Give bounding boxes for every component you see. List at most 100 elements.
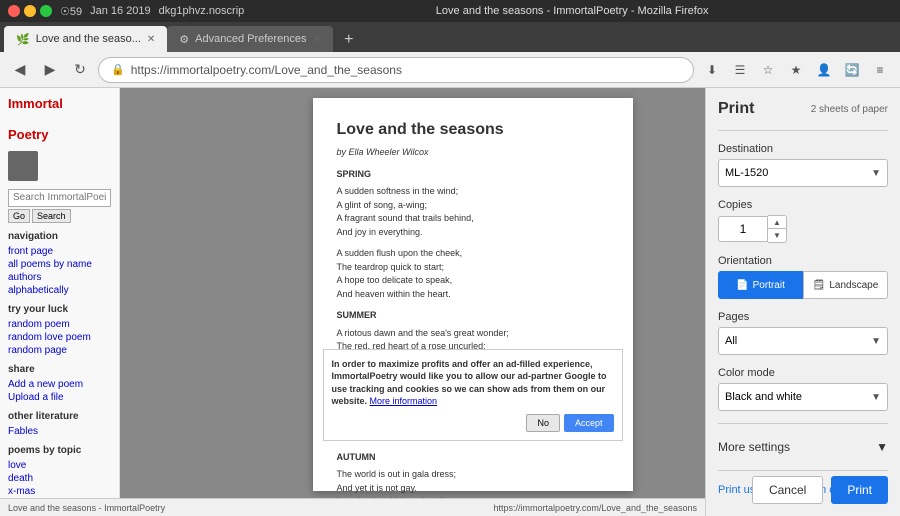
poem-page: Love and the seasons by Ella Wheeler Wil…: [313, 98, 633, 491]
copies-label: Copies: [718, 199, 888, 211]
forward-button[interactable]: ▶: [38, 58, 62, 82]
print-actions: Cancel Print: [718, 476, 888, 504]
address-bar[interactable]: 🔒 https://immortalpoetry.com/Love_and_th…: [98, 57, 694, 83]
bookmark-icon[interactable]: ☆: [756, 58, 780, 82]
sidebar-item-front-page[interactable]: front page: [8, 246, 111, 257]
tab-poem-close[interactable]: ✕: [147, 34, 155, 45]
close-window-btn[interactable]: [8, 5, 20, 17]
sidebar-item-random-page[interactable]: random page: [8, 345, 111, 356]
pages-arrow-icon: ▼: [871, 336, 881, 347]
lock-icon: 🔒: [111, 63, 125, 76]
season-summer: SUMMER: [337, 309, 609, 323]
poem-title: Love and the seasons: [337, 118, 609, 142]
sidebar: Immortal Poetry Go Search navigation fro…: [0, 88, 120, 516]
sidebar-item-upload[interactable]: Upload a file: [8, 392, 111, 403]
sidebar-item-add-poem[interactable]: Add a new poem: [8, 379, 111, 390]
color-value: Black and white: [725, 391, 802, 403]
copies-field[interactable]: 1: [718, 216, 768, 242]
sidebar-item-fables[interactable]: Fables: [8, 426, 111, 437]
pages-select[interactable]: All ▼: [718, 327, 888, 355]
ad-more-info-link[interactable]: More information: [370, 396, 438, 406]
sidebar-image: [8, 151, 38, 181]
sidebar-item-death[interactable]: death: [8, 473, 111, 484]
color-select[interactable]: Black and white ▼: [718, 383, 888, 411]
poem-author: by Ella Wheeler Wilcox: [337, 146, 609, 160]
tab-preferences[interactable]: ⚙ Advanced Preferences ✕: [167, 26, 333, 52]
print-header: Print 2 sheets of paper: [718, 100, 888, 118]
nav-right-icons: ⬇ ☰ ☆ ★ 👤 🔄 ≡: [700, 58, 892, 82]
sidebar-item-random-poem[interactable]: random poem: [8, 319, 111, 330]
print-color-section: Color mode Black and white ▼: [718, 367, 888, 411]
star-icon[interactable]: ★: [784, 58, 808, 82]
copies-up-arrow[interactable]: ▲: [768, 216, 786, 229]
go-button[interactable]: Go: [8, 209, 30, 223]
landscape-button[interactable]: 🗒 Landscape: [803, 271, 888, 299]
ad-no-button[interactable]: No: [526, 414, 560, 432]
new-tab-button[interactable]: +: [337, 28, 361, 52]
more-settings-button[interactable]: More settings ▼: [718, 436, 888, 458]
luck-title: try your luck: [8, 304, 111, 315]
ad-text: In order to maximize profits and offer a…: [332, 358, 614, 408]
sidebar-item-love[interactable]: love: [8, 460, 111, 471]
destination-value: ML-1520: [725, 167, 768, 179]
sidebar-item-random-love[interactable]: random love poem: [8, 332, 111, 343]
tab-poem[interactable]: 🌿 Love and the seaso... ✕: [4, 26, 167, 52]
cancel-button[interactable]: Cancel: [752, 476, 823, 504]
status-bar: Love and the seasons - ImmortalPoetry ht…: [120, 498, 705, 516]
menu-icon[interactable]: ☰: [728, 58, 752, 82]
search-input[interactable]: [8, 189, 111, 207]
print-divider-1: [718, 130, 888, 131]
sidebar-search-section: Go Search: [8, 189, 111, 223]
sync-icon[interactable]: 🔄: [840, 58, 864, 82]
tab-preferences-close[interactable]: ✕: [312, 34, 320, 45]
sidebar-item-alphabetically[interactable]: alphabetically: [8, 285, 111, 296]
refresh-button[interactable]: ↻: [68, 58, 92, 82]
content-area: Immortal Poetry Go Search navigation fro…: [0, 88, 900, 516]
pages-label: Pages: [718, 311, 888, 323]
sidebar-item-authors[interactable]: authors: [8, 272, 111, 283]
nav-bar: ◀ ▶ ↻ 🔒 https://immortalpoetry.com/Love_…: [0, 52, 900, 88]
spring-stanza-2: A sudden flush upon the cheek, The teard…: [337, 247, 609, 301]
print-pages-section: Pages All ▼: [718, 311, 888, 355]
more-settings-chevron-icon: ▼: [876, 440, 888, 454]
spring-stanza-1: A sudden softness in the wind; A glint o…: [337, 185, 609, 239]
portrait-label: Portrait: [753, 280, 785, 291]
copies-input: 1 ▲ ▼: [718, 215, 888, 243]
minimize-window-btn[interactable]: [24, 5, 36, 17]
print-title: Print: [718, 100, 754, 118]
window-controls[interactable]: [8, 5, 52, 17]
search-button[interactable]: Search: [32, 209, 71, 223]
status-left: Love and the seasons - ImmortalPoetry: [120, 503, 165, 513]
title-bar: ☉59 Jan 16 2019 dkg1phvz.noscrip Love an…: [0, 0, 900, 22]
print-button[interactable]: Print: [831, 476, 888, 504]
site-logo: Immortal Poetry: [8, 96, 111, 143]
ad-overlay: In order to maximize profits and offer a…: [323, 349, 623, 441]
copies-arrows: ▲ ▼: [768, 215, 787, 243]
orientation-label: Orientation: [718, 255, 888, 267]
ad-accept-button[interactable]: Accept: [564, 414, 614, 432]
copies-value: 1: [740, 222, 747, 236]
print-divider-2: [718, 423, 888, 424]
url-text: https://immortalpoetry.com/Love_and_the_…: [131, 63, 681, 77]
season-spring: SPRING: [337, 168, 609, 182]
portrait-button[interactable]: 📄 Portrait: [718, 271, 803, 299]
other-title: other literature: [8, 411, 111, 422]
hamburger-icon[interactable]: ≡: [868, 58, 892, 82]
sidebar-item-xmas[interactable]: x-mas: [8, 486, 111, 497]
print-divider-3: [718, 470, 888, 471]
tab-bar: 🌿 Love and the seaso... ✕ ⚙ Advanced Pre…: [0, 22, 900, 52]
downloads-icon[interactable]: ⬇: [700, 58, 724, 82]
sidebar-search: Go Search: [8, 189, 111, 223]
maximize-window-btn[interactable]: [40, 5, 52, 17]
sidebar-item-all-poems[interactable]: all poems by name: [8, 259, 111, 270]
tab-preferences-favicon: ⚙: [179, 33, 189, 46]
sidebar-luck: try your luck random poem random love po…: [8, 304, 111, 356]
profile-icon[interactable]: 👤: [812, 58, 836, 82]
title-bar-date: Jan 16 2019: [90, 5, 151, 17]
color-label: Color mode: [718, 367, 888, 379]
season-autumn: AUTUMN: [337, 451, 609, 465]
landscape-icon: 🗒: [813, 280, 826, 291]
copies-down-arrow[interactable]: ▼: [768, 229, 786, 242]
back-button[interactable]: ◀: [8, 58, 32, 82]
destination-select[interactable]: ML-1520 ▼: [718, 159, 888, 187]
